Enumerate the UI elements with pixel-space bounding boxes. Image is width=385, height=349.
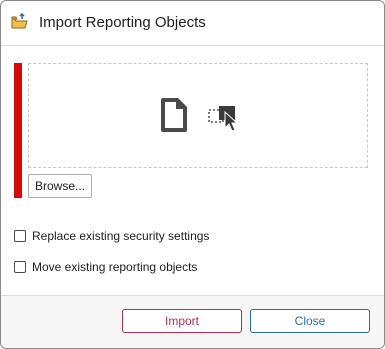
move-objects-checkbox[interactable]: [14, 261, 26, 273]
required-indicator: [14, 63, 22, 198]
import-button[interactable]: Import: [122, 309, 242, 333]
move-objects-option[interactable]: Move existing reporting objects: [14, 260, 197, 274]
import-dialog: Import Reporting Objects Browse... Repla…: [0, 0, 385, 349]
replace-security-checkbox[interactable]: [14, 230, 26, 242]
dialog-footer: Import Close: [1, 295, 384, 348]
move-objects-label: Move existing reporting objects: [32, 260, 198, 274]
folder-import-icon: [10, 12, 30, 31]
file-drop-zone[interactable]: [28, 63, 368, 168]
title-bar: Import Reporting Objects: [1, 1, 384, 46]
dialog-title: Import Reporting Objects: [39, 14, 206, 31]
close-button[interactable]: Close: [250, 309, 370, 333]
document-icon: [159, 96, 189, 139]
replace-security-option[interactable]: Replace existing security settings: [14, 229, 209, 243]
replace-security-label: Replace existing security settings: [32, 229, 210, 243]
drag-drop-cursor-icon: [207, 104, 241, 139]
browse-button[interactable]: Browse...: [28, 174, 92, 198]
